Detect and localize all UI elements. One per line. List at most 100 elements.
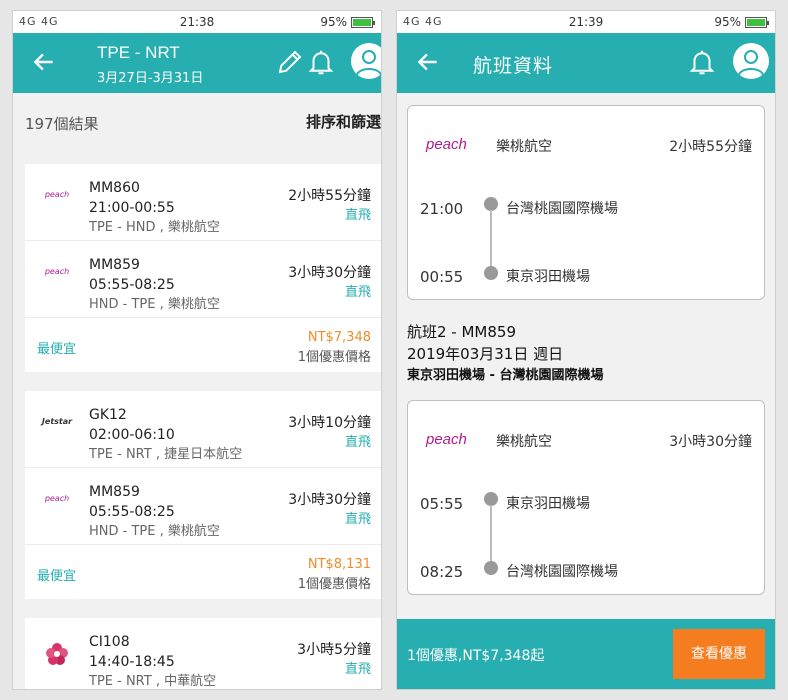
- deal-count: 1個優惠價格: [297, 350, 371, 365]
- battery-icon: [351, 16, 375, 28]
- flight-duration: 3小時10分鐘: [288, 415, 371, 431]
- flight-label: 航班2 - MM859: [407, 323, 517, 341]
- departure-airport: 台灣桃園國際機場: [506, 201, 618, 217]
- departure-airport: 東京羽田機場: [506, 496, 590, 512]
- flight-time: 14:40-18:45: [89, 654, 175, 670]
- bell-icon[interactable]: [687, 47, 717, 77]
- cheapest-tag: 最便宜: [37, 342, 77, 357]
- price-amount: NT$8,131: [307, 557, 371, 572]
- flight-number: GK12: [89, 407, 127, 423]
- flight-detail: HND - TPE , 樂桃航空: [89, 297, 220, 312]
- battery-icon: [745, 16, 769, 28]
- china-airlines-logo: [37, 640, 77, 672]
- bell-icon[interactable]: [306, 47, 336, 77]
- profile-avatar[interactable]: [351, 43, 381, 79]
- timeline-line: [490, 505, 492, 565]
- flight-detail: TPE - NRT , 捷星日本航空: [89, 447, 243, 462]
- flight-duration: 2小時55分鐘: [288, 188, 371, 204]
- flight-segment-card: peach 樂桃航空 3小時30分鐘 05:55 東京羽田機場 08:25 台灣…: [407, 400, 765, 595]
- date-range: 3月27日-3月31日: [97, 71, 204, 86]
- flight-date: 2019年03月31日 週日: [407, 345, 564, 363]
- flight-duration: 3小時5分鐘: [297, 642, 371, 658]
- nonstop-label: 直飛: [344, 435, 371, 450]
- flight-number: MM859: [89, 484, 140, 500]
- status-bar: 4G 4G 21:39 95%: [397, 11, 775, 33]
- flight-info: 航班2 - MM859 2019年03月31日 週日 東京羽田機場 - 台灣桃園…: [407, 321, 603, 387]
- battery-indicator: 95%: [320, 15, 375, 29]
- flight-detail: TPE - NRT , 中華航空: [89, 674, 217, 689]
- nonstop-label: 直飛: [344, 512, 371, 527]
- segment-duration: 2小時55分鐘: [669, 139, 752, 155]
- result-count: 197個結果: [25, 115, 99, 133]
- battery-indicator: 95%: [714, 15, 769, 29]
- nonstop-label: 直飛: [344, 285, 371, 300]
- flight-leg: peach MM860 21:00-00:55 TPE - HND , 樂桃航空…: [25, 164, 381, 241]
- result-card[interactable]: Jetstar GK12 02:00-06:10 TPE - NRT , 捷星日…: [25, 391, 381, 599]
- timeline-dot: [484, 492, 498, 506]
- flight-time: 02:00-06:10: [89, 427, 175, 443]
- flight-time: 05:55-08:25: [89, 277, 175, 293]
- flight-duration: 3小時30分鐘: [288, 492, 371, 508]
- airline-name: 樂桃航空: [496, 139, 552, 155]
- user-icon: [356, 50, 381, 76]
- timeline-dot: [484, 197, 498, 211]
- back-arrow-icon[interactable]: [31, 49, 57, 75]
- result-card[interactable]: peach MM860 21:00-00:55 TPE - HND , 樂桃航空…: [25, 164, 381, 372]
- jetstar-logo: Jetstar: [41, 417, 73, 426]
- departure-time: 05:55: [420, 495, 464, 513]
- flight-time: 21:00-00:55: [89, 200, 175, 216]
- price-row: 最便宜 NT$7,348 1個優惠價格: [25, 318, 381, 372]
- deal-count: 1個優惠價格: [297, 577, 371, 592]
- flight-number: MM859: [89, 257, 140, 273]
- price-amount: NT$7,348: [307, 330, 371, 345]
- timeline-dot: [484, 266, 498, 280]
- nonstop-label: 直飛: [344, 208, 371, 223]
- timeline-dot: [484, 561, 498, 575]
- page-title: 航班資料: [473, 55, 554, 77]
- nonstop-label: 直飛: [344, 662, 371, 677]
- details-body: peach 樂桃航空 2小時55分鐘 21:00 台灣桃園國際機場 00:55 …: [397, 93, 775, 689]
- peach-logo: peach: [44, 267, 70, 276]
- flight-duration: 3小時30分鐘: [288, 265, 371, 281]
- plum-blossom-icon: [46, 643, 68, 665]
- flight-time: 05:55-08:25: [89, 504, 175, 520]
- view-deals-button[interactable]: 查看優惠: [673, 629, 765, 679]
- arrival-airport: 東京羽田機場: [506, 269, 590, 285]
- battery-percent: 95%: [320, 15, 347, 29]
- edit-pencil-icon[interactable]: [275, 47, 305, 77]
- arrival-time: 08:25: [420, 563, 464, 581]
- price-row: 最便宜 NT$8,131 1個優惠價格: [25, 545, 381, 599]
- peach-logo: peach: [44, 190, 70, 199]
- flight-leg: CI108 14:40-18:45 TPE - NRT , 中華航空 3小時5分…: [25, 618, 381, 689]
- status-bar: 4G 4G 21:38 95%: [13, 11, 381, 33]
- results-bar: 197個結果 排序和篩選: [13, 93, 381, 149]
- peach-logo: peach: [426, 431, 467, 448]
- flight-detail: HND - TPE , 樂桃航空: [89, 524, 220, 539]
- flight-details-screen: 4G 4G 21:39 95% 航班資料 peach 樂桃航空 2小時55分鐘 …: [396, 10, 776, 690]
- result-card[interactable]: CI108 14:40-18:45 TPE - NRT , 中華航空 3小時5分…: [25, 618, 381, 689]
- sort-filter-button[interactable]: 排序和篩選: [306, 111, 381, 132]
- back-arrow-icon[interactable]: [415, 49, 441, 75]
- flight-number: MM860: [89, 180, 140, 196]
- battery-percent: 95%: [714, 15, 741, 29]
- arrival-time: 00:55: [420, 268, 464, 286]
- deal-footer: 1個優惠,NT$7,348起 查看優惠: [397, 619, 775, 689]
- results-screen: 4G 4G 21:38 95% TPE - NRT 3月27日-3月31日 19…: [12, 10, 382, 690]
- airline-name: 樂桃航空: [496, 434, 552, 450]
- cheapest-tag: 最便宜: [37, 569, 77, 584]
- peach-logo: peach: [44, 494, 70, 503]
- profile-avatar[interactable]: [733, 43, 769, 79]
- arrival-airport: 台灣桃園國際機場: [506, 564, 618, 580]
- flight-leg: Jetstar GK12 02:00-06:10 TPE - NRT , 捷星日…: [25, 391, 381, 468]
- flight-segment-card: peach 樂桃航空 2小時55分鐘 21:00 台灣桃園國際機場 00:55 …: [407, 105, 765, 300]
- flight-route: 東京羽田機場 - 台灣桃園國際機場: [407, 368, 604, 383]
- flight-number: CI108: [89, 634, 130, 650]
- departure-time: 21:00: [420, 200, 464, 218]
- peach-logo: peach: [426, 136, 467, 153]
- flight-detail: TPE - HND , 樂桃航空: [89, 220, 220, 235]
- segment-duration: 3小時30分鐘: [669, 434, 752, 450]
- search-summary: TPE - NRT 3月27日-3月31日: [97, 43, 203, 86]
- app-bar: TPE - NRT 3月27日-3月31日: [13, 33, 381, 93]
- route-title: TPE - NRT: [97, 43, 180, 62]
- flight-leg: peach MM859 05:55-08:25 HND - TPE , 樂桃航空…: [25, 241, 381, 318]
